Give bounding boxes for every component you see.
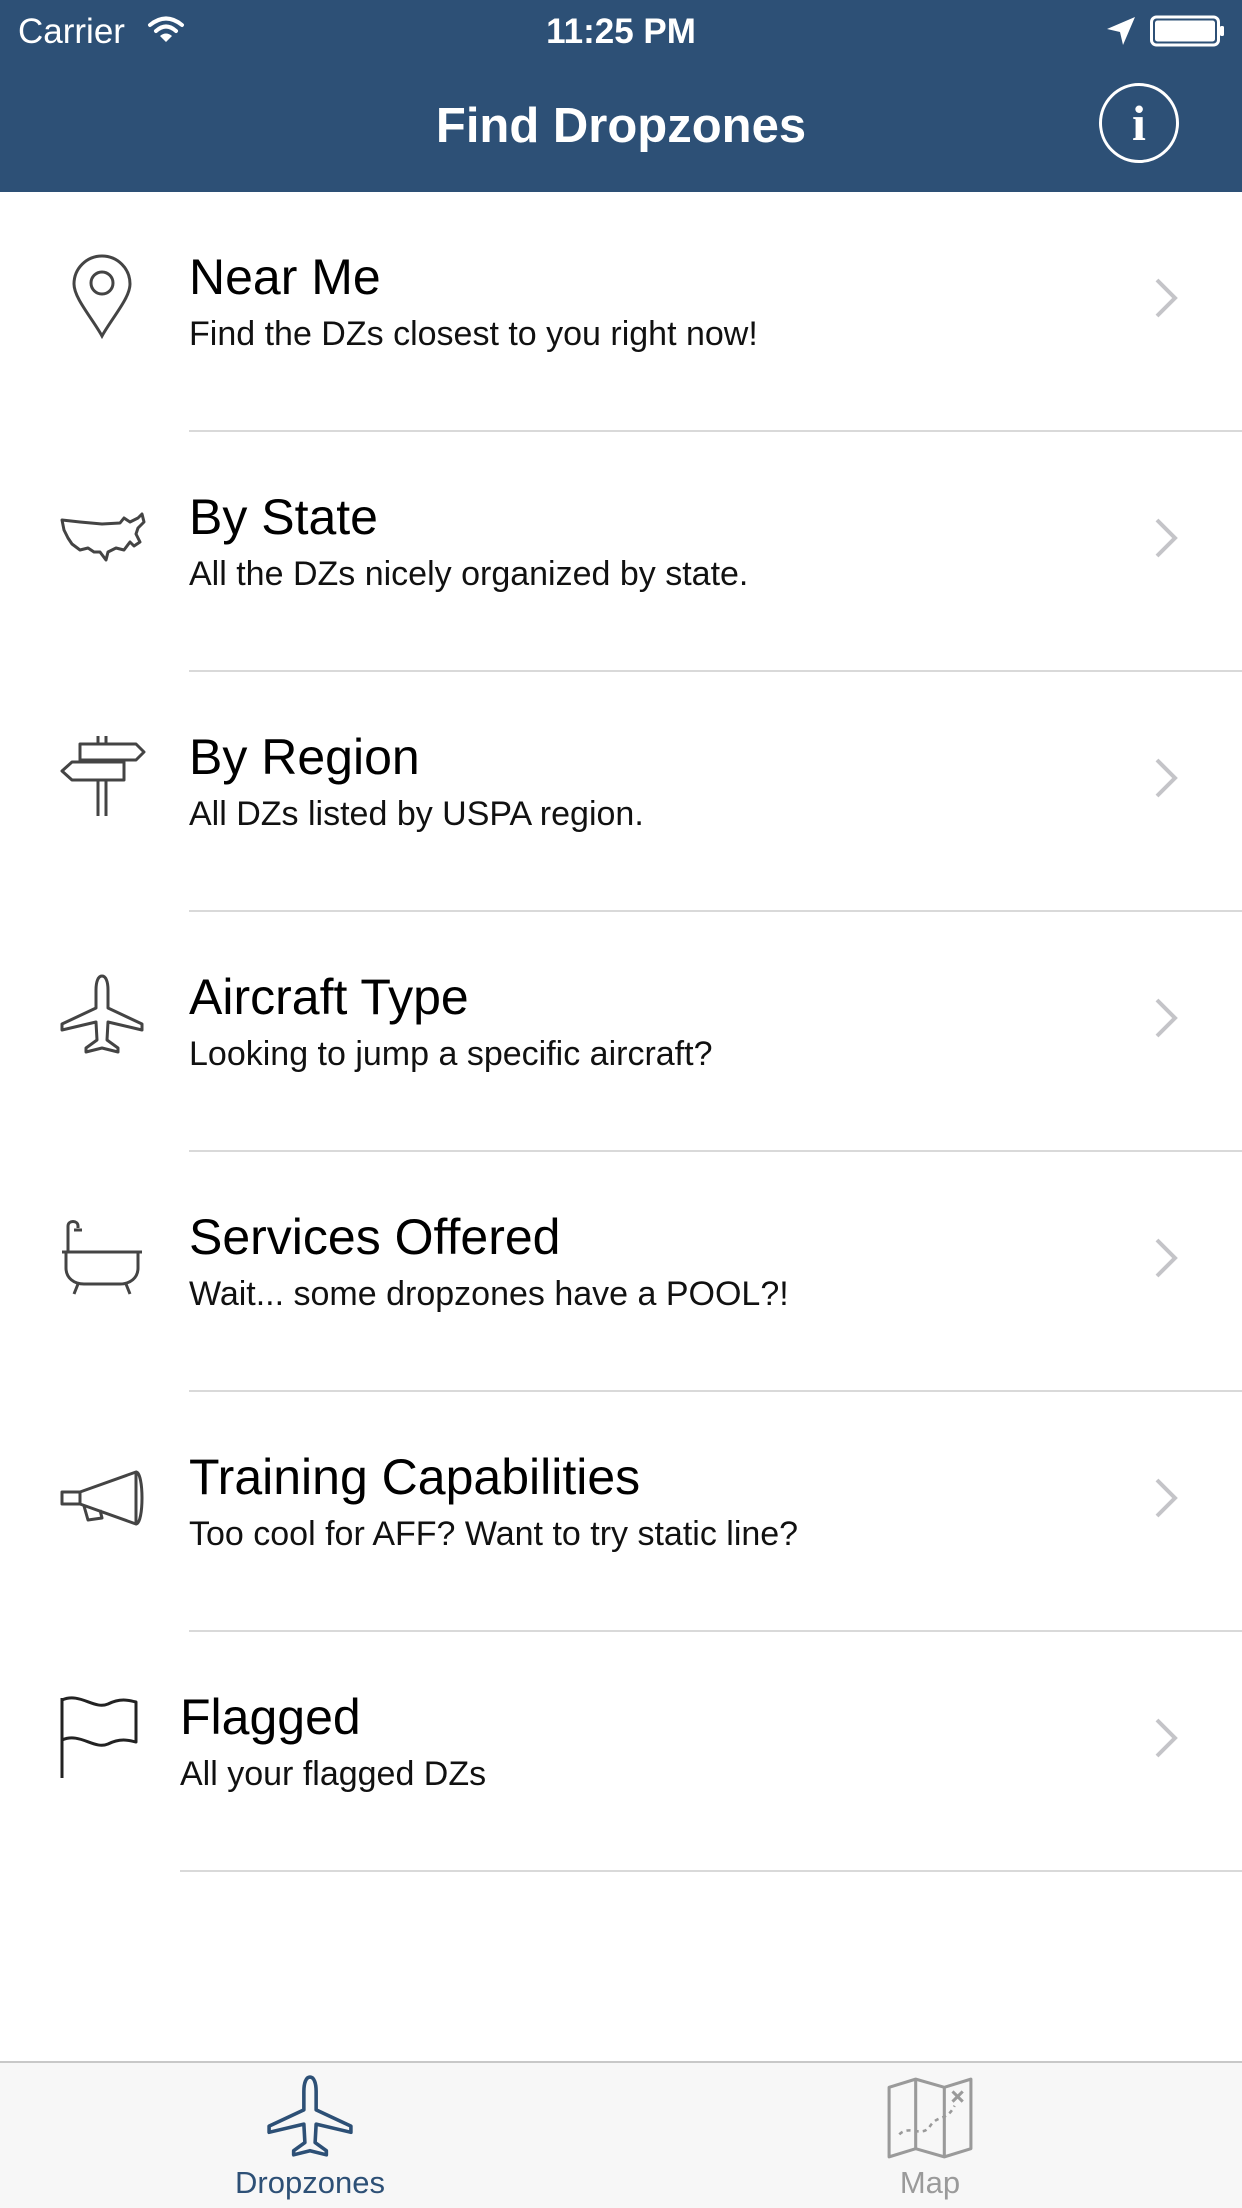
menu-item-training-capabilities[interactable]: Training Capabilities Too cool for AFF? … bbox=[0, 1392, 1242, 1632]
menu-item-title: By State bbox=[189, 489, 378, 545]
menu-item-title: Near Me bbox=[189, 249, 381, 305]
menu-item-subtitle: Wait... some dropzones have a POOL?! bbox=[189, 1275, 789, 1313]
divider bbox=[180, 1870, 1242, 1872]
menu-item-title: Aircraft Type bbox=[189, 969, 469, 1025]
bathtub-icon bbox=[58, 1212, 146, 1300]
status-time: 11:25 PM bbox=[546, 12, 696, 51]
menu-item-services-offered[interactable]: Services Offered Wait... some dropzones … bbox=[0, 1152, 1242, 1392]
menu-item-by-state[interactable]: By State All the DZs nicely organized by… bbox=[0, 432, 1242, 672]
map-pin-icon bbox=[58, 252, 146, 340]
airplane-icon bbox=[267, 2075, 353, 2157]
chevron-right-icon bbox=[1155, 1478, 1178, 1518]
battery-icon bbox=[1150, 15, 1224, 47]
menu-item-subtitle: All the DZs nicely organized by state. bbox=[189, 555, 749, 593]
status-bar: Carrier 11:25 PM bbox=[0, 0, 1242, 60]
menu-item-subtitle: Looking to jump a specific aircraft? bbox=[189, 1035, 713, 1073]
megaphone-icon bbox=[58, 1452, 146, 1540]
menu-item-subtitle: All DZs listed by USPA region. bbox=[189, 795, 644, 833]
signpost-icon bbox=[58, 732, 146, 820]
tab-label: Dropzones bbox=[235, 2165, 385, 2200]
menu-item-subtitle: Find the DZs closest to you right now! bbox=[189, 315, 758, 353]
info-button[interactable]: i bbox=[1099, 83, 1179, 163]
menu-item-title: Training Capabilities bbox=[189, 1449, 641, 1505]
usa-map-icon bbox=[58, 492, 146, 580]
menu-item-subtitle: All your flagged DZs bbox=[180, 1755, 487, 1793]
chevron-right-icon bbox=[1155, 998, 1178, 1038]
navigation-header: Carrier 11:25 PM Find Dropzones i bbox=[0, 0, 1242, 192]
tab-map[interactable]: Map bbox=[780, 2063, 1080, 2208]
menu-item-subtitle: Too cool for AFF? Want to try static lin… bbox=[189, 1515, 799, 1553]
menu-item-title: Services Offered bbox=[189, 1209, 561, 1265]
chevron-right-icon bbox=[1155, 758, 1178, 798]
page-title: Find Dropzones bbox=[435, 99, 807, 153]
chevron-right-icon bbox=[1155, 518, 1178, 558]
menu-item-title: By Region bbox=[189, 729, 420, 785]
menu-item-near-me[interactable]: Near Me Find the DZs closest to you righ… bbox=[0, 192, 1242, 432]
menu-item-aircraft-type[interactable]: Aircraft Type Looking to jump a specific… bbox=[0, 912, 1242, 1152]
menu-item-flagged[interactable]: Flagged All your flagged DZs bbox=[0, 1632, 1242, 1872]
tab-dropzones[interactable]: Dropzones bbox=[160, 2063, 460, 2208]
menu-item-title: Flagged bbox=[180, 1689, 361, 1745]
airplane-icon bbox=[58, 972, 146, 1060]
chevron-right-icon bbox=[1155, 1238, 1178, 1278]
folded-map-icon bbox=[887, 2077, 973, 2159]
chevron-right-icon bbox=[1155, 278, 1178, 318]
chevron-right-icon bbox=[1155, 1718, 1178, 1758]
flag-icon bbox=[58, 1692, 146, 1780]
location-arrow-icon bbox=[1107, 17, 1135, 45]
tab-bar: Dropzones Map bbox=[0, 2061, 1242, 2208]
menu-item-by-region[interactable]: By Region All DZs listed by USPA region. bbox=[0, 672, 1242, 912]
info-icon: i bbox=[1132, 95, 1146, 151]
tab-label: Map bbox=[899, 2165, 961, 2200]
